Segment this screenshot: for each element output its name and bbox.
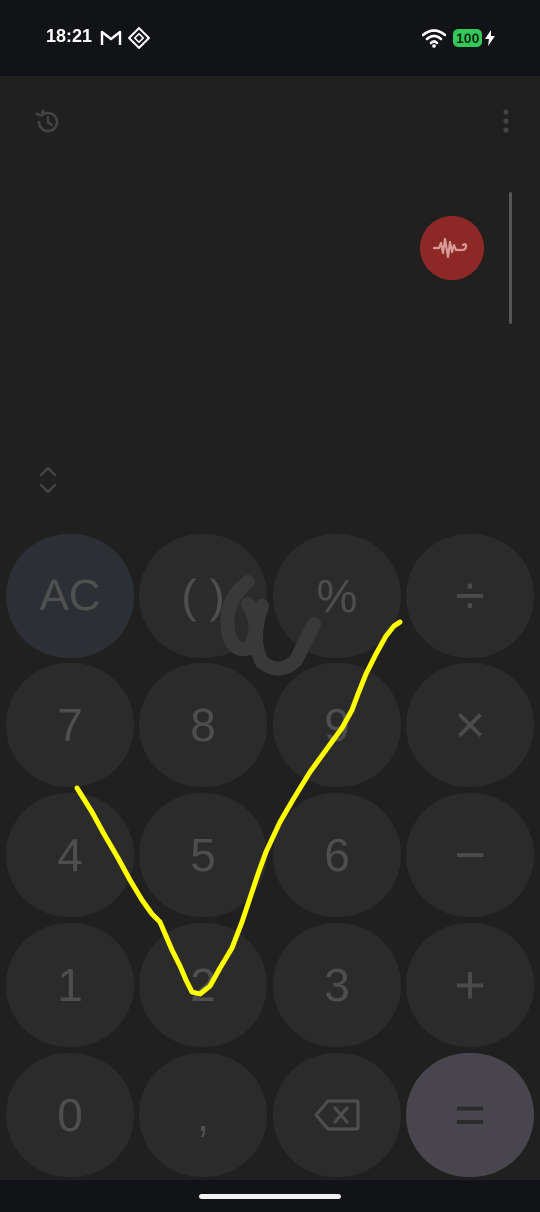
key-comma[interactable]: , bbox=[139, 1053, 267, 1177]
key-3[interactable]: 3 bbox=[273, 923, 401, 1047]
home-indicator[interactable] bbox=[199, 1194, 341, 1199]
gmail-icon bbox=[100, 30, 122, 45]
status-bar: 18:21 100 bbox=[0, 0, 540, 76]
key-4[interactable]: 4 bbox=[6, 793, 134, 917]
key-divide[interactable]: ÷ bbox=[406, 534, 534, 658]
key-9[interactable]: 9 bbox=[273, 663, 401, 787]
key-7[interactable]: 7 bbox=[6, 663, 134, 787]
key-0[interactable]: 0 bbox=[6, 1053, 134, 1177]
key-equals[interactable]: = bbox=[406, 1053, 534, 1177]
key-minus[interactable]: − bbox=[406, 793, 534, 917]
key-all-clear[interactable]: AC bbox=[6, 534, 134, 658]
battery-icon: 100 bbox=[453, 29, 483, 47]
voice-assistant-button[interactable] bbox=[420, 216, 484, 280]
navigation-bar bbox=[0, 1180, 540, 1212]
calculator-app: AC ( ) % ÷ 7 8 9 × 4 5 6 − 1 2 3 + 0 , = bbox=[0, 76, 540, 1180]
key-8[interactable]: 8 bbox=[139, 663, 267, 787]
key-2[interactable]: 2 bbox=[139, 923, 267, 1047]
sync-icon bbox=[128, 27, 150, 49]
wifi-icon bbox=[422, 29, 446, 48]
key-plus[interactable]: + bbox=[406, 923, 534, 1047]
key-backspace[interactable] bbox=[273, 1053, 401, 1177]
status-time: 18:21 bbox=[46, 26, 93, 46]
more-vert-icon[interactable] bbox=[500, 108, 512, 134]
charging-bolt-icon bbox=[485, 30, 495, 46]
key-parentheses[interactable]: ( ) bbox=[139, 534, 267, 658]
key-percent[interactable]: % bbox=[273, 534, 401, 658]
key-1[interactable]: 1 bbox=[6, 923, 134, 1047]
display-scrollbar[interactable] bbox=[509, 192, 512, 324]
expand-icon[interactable] bbox=[36, 464, 60, 496]
voice-wave-icon bbox=[432, 237, 468, 259]
key-multiply[interactable]: × bbox=[406, 663, 534, 787]
backspace-icon bbox=[314, 1099, 360, 1131]
key-6[interactable]: 6 bbox=[273, 793, 401, 917]
key-5[interactable]: 5 bbox=[139, 793, 267, 917]
history-icon[interactable] bbox=[34, 108, 62, 136]
battery-level: 100 bbox=[456, 30, 480, 46]
